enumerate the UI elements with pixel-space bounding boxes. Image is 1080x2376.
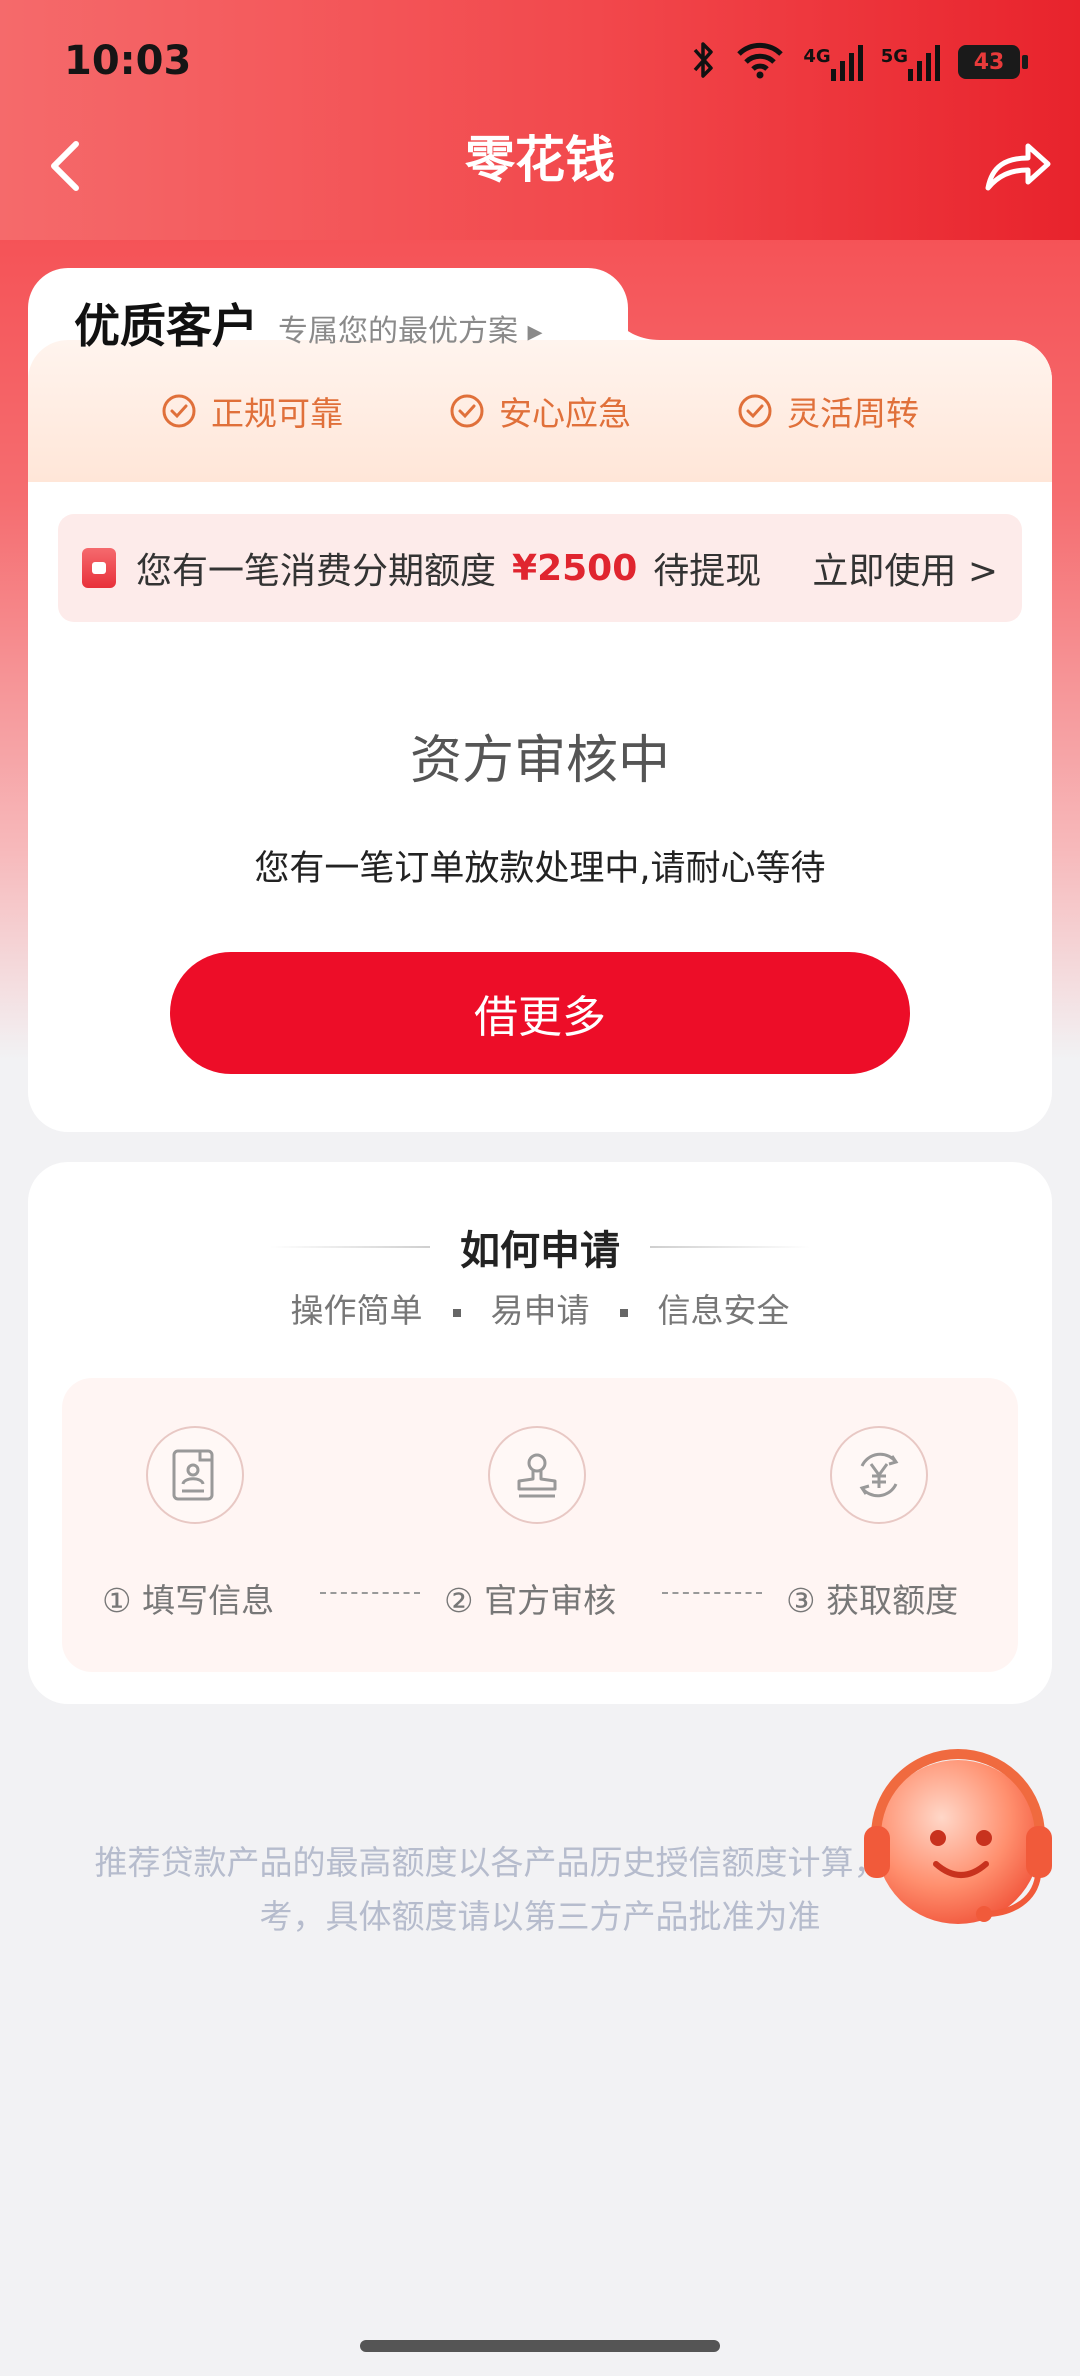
home-indicator[interactable] [360, 2340, 720, 2352]
feature-item: 灵活周转 [737, 387, 919, 435]
how-to-header: 如何申请 [28, 1218, 1052, 1276]
step-connector [662, 1592, 762, 1594]
status-icons: 4G 5G 43 [691, 40, 1028, 84]
loan-status-card: 正规可靠 安心应急 灵活周转 您有一笔消费分期额度 ¥2500 待提现 立即使用… [28, 340, 1052, 1132]
share-button[interactable] [976, 126, 1056, 206]
form-icon [146, 1426, 244, 1524]
customer-service-button[interactable] [846, 1726, 1070, 1950]
signal-5g-icon: 5G [881, 43, 940, 81]
yuan-icon [830, 1426, 928, 1524]
page-title: 零花钱 [465, 131, 615, 189]
bluetooth-icon [691, 40, 717, 84]
how-to-tags: 操作简单 易申请 信息安全 [28, 1284, 1052, 1332]
status-time: 10:03 [64, 38, 192, 84]
tab-curve [560, 268, 660, 348]
banner-suffix: 待提现 [653, 551, 762, 592]
check-circle-icon [162, 394, 196, 428]
check-circle-icon [450, 394, 484, 428]
divider [650, 1246, 810, 1248]
tab-subtitle[interactable]: 专属您的最优方案 ▸ [278, 306, 543, 350]
feature-strip: 正规可靠 安心应急 灵活周转 [28, 340, 1052, 482]
step-label: ③ 获取额度 [786, 1581, 959, 1620]
step-connector [320, 1592, 420, 1594]
check-circle-icon [738, 394, 772, 428]
wifi-icon [735, 41, 785, 83]
tag-label: 易申请 [490, 1291, 590, 1330]
stamp-icon [488, 1426, 586, 1524]
feature-label: 灵活周转 [787, 394, 919, 433]
divider [270, 1246, 430, 1248]
how-to-apply-card: 如何申请 操作简单 易申请 信息安全 ① 填写信息 ② 官方审核 ③ 获取额度 [28, 1162, 1052, 1704]
battery-icon: 43 [958, 45, 1028, 79]
credit-banner[interactable]: 您有一笔消费分期额度 ¥2500 待提现 立即使用 > [58, 514, 1022, 622]
banner-amount: ¥2500 [512, 547, 638, 589]
feature-label: 正规可靠 [211, 394, 343, 433]
steps-panel: ① 填写信息 ② 官方审核 ③ 获取额度 [62, 1378, 1018, 1672]
share-icon [985, 143, 1051, 191]
borrow-more-button[interactable]: 借更多 [170, 952, 910, 1074]
step-label: ② 官方审核 [444, 1581, 617, 1620]
feature-item: 安心应急 [449, 387, 631, 435]
feature-item: 正规可靠 [161, 387, 343, 435]
app-header: 零花钱 [0, 110, 1080, 240]
dot-separator [452, 1308, 461, 1317]
feature-label: 安心应急 [499, 394, 631, 433]
how-to-title: 如何申请 [460, 1228, 620, 1274]
tab-title: 优质客户 [74, 299, 258, 353]
tag-label: 操作简单 [290, 1291, 423, 1330]
review-status-title: 资方审核中 [409, 731, 670, 791]
review-status-description: 您有一笔订单放款处理中,请耐心等待 [254, 849, 826, 889]
tag-label: 信息安全 [657, 1291, 790, 1330]
banner-text: 您有一笔消费分期额度 [136, 551, 497, 592]
headset-mascot-icon [864, 1749, 1052, 1924]
step-label: ① 填写信息 [102, 1581, 275, 1620]
dot-separator [619, 1308, 628, 1317]
gift-icon [82, 548, 116, 588]
use-now-link[interactable]: 立即使用 > [812, 542, 998, 594]
signal-4g-icon: 4G [803, 43, 863, 81]
status-bar: 10:03 4G 5G 43 [0, 0, 1080, 120]
